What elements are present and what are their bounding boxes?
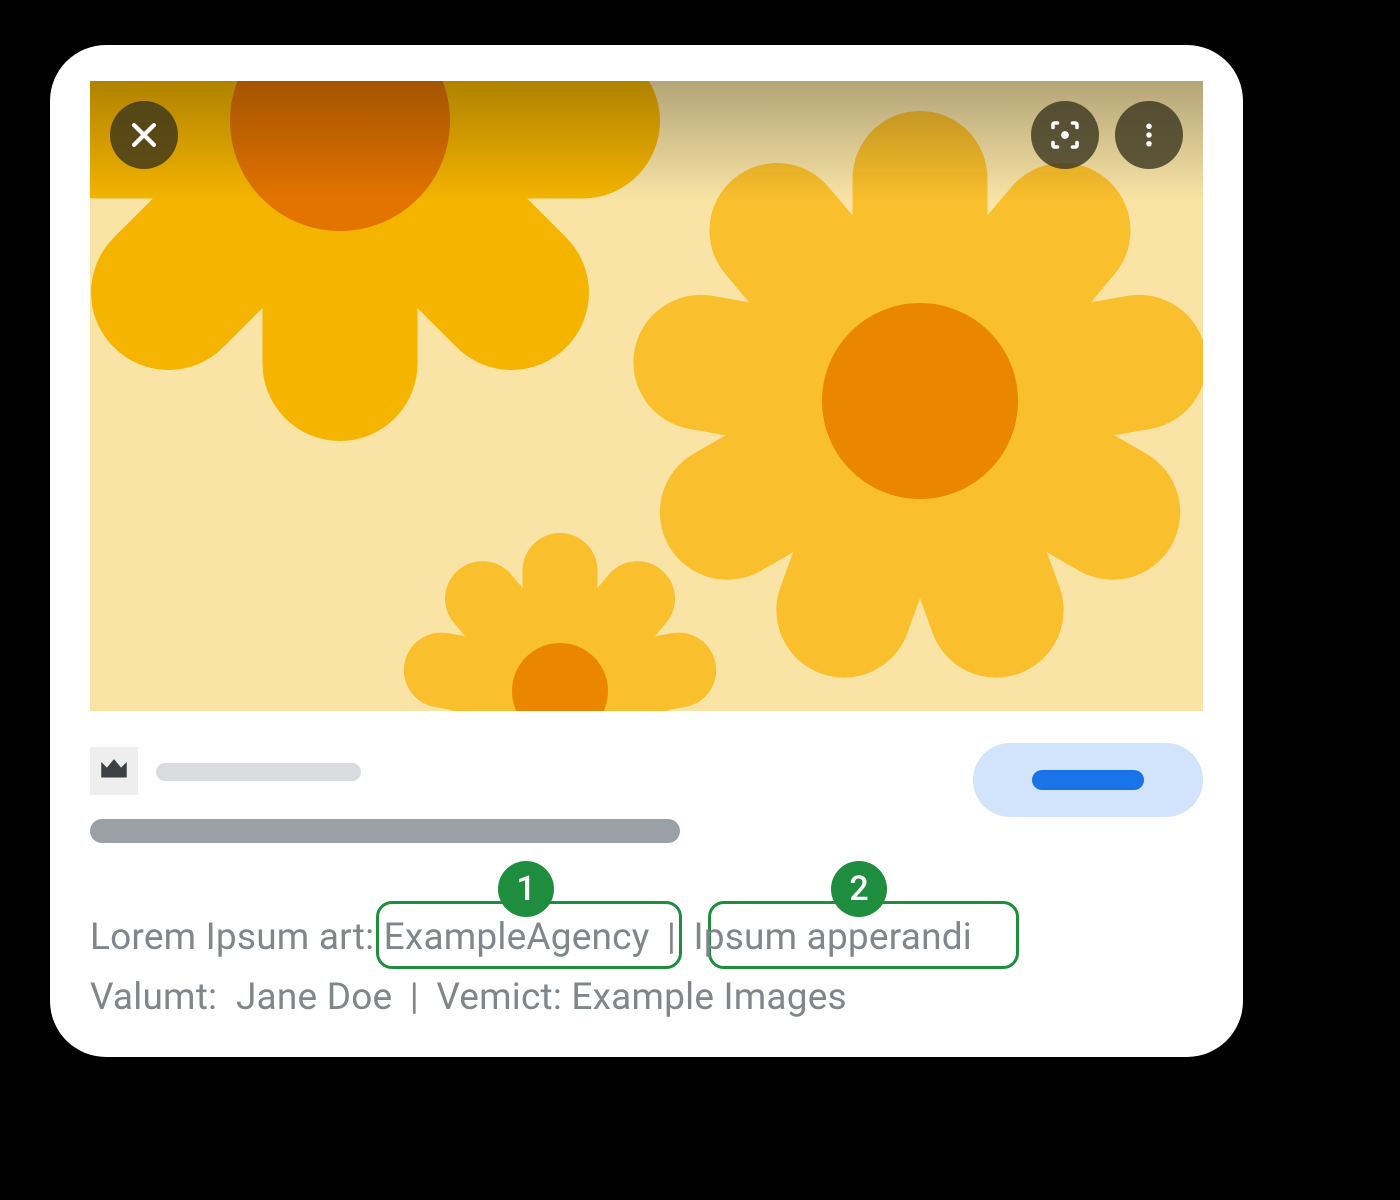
lens-icon [1047,117,1083,153]
separator: | [410,976,419,1019]
creator-label: Valumt: [90,976,217,1019]
action-chip[interactable] [973,743,1203,817]
credit-label: Lorem Ipsum art: [90,916,374,959]
title-placeholder [90,819,680,843]
image-result-card: 1 2 Lorem Ipsum art: ExampleAgency | Ips… [50,45,1243,1057]
close-icon [127,118,161,152]
lens-button[interactable] [1031,101,1099,169]
creator-name: Jane Doe [236,976,392,1019]
result-image[interactable] [90,81,1203,711]
credit-extra: Ipsum apperandi [693,916,972,959]
close-button[interactable] [110,101,178,169]
copyright-holder: Example Images [571,976,846,1019]
credit-agency: ExampleAgency [384,916,650,959]
callout-badge-2: 2 [831,861,887,917]
more-button[interactable] [1115,101,1183,169]
crown-icon [97,752,131,790]
copyright-label: Vemict: [436,976,562,1019]
source-favicon [90,747,138,795]
separator: | [667,916,676,959]
more-vert-icon [1134,120,1164,150]
credit-line-1: Lorem Ipsum art: ExampleAgency | Ipsum a… [90,915,972,961]
source-name-placeholder [156,763,361,781]
action-chip-label-placeholder [1032,770,1144,790]
callout-badge-1: 1 [498,861,554,917]
credit-line-2: Valumt: Jane Doe | Vemict: Example Image… [90,975,847,1021]
